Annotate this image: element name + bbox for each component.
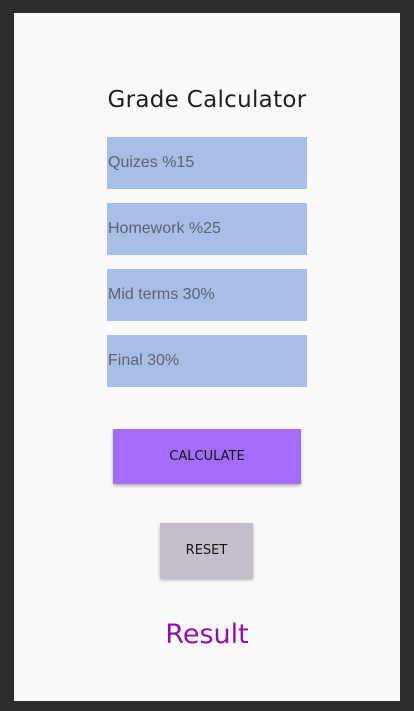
reset-button[interactable]: RESET	[160, 523, 253, 578]
quizzes-input[interactable]	[107, 137, 307, 189]
midterms-input[interactable]	[107, 269, 307, 321]
calculate-button[interactable]: CALCULATE	[113, 429, 301, 484]
result-text: Result	[165, 619, 249, 650]
page-title: Grade Calculator	[107, 87, 307, 113]
homework-input[interactable]	[107, 203, 307, 255]
final-input[interactable]	[107, 335, 307, 387]
app-screen: Grade Calculator CALCULATE RESET Result	[14, 13, 400, 701]
